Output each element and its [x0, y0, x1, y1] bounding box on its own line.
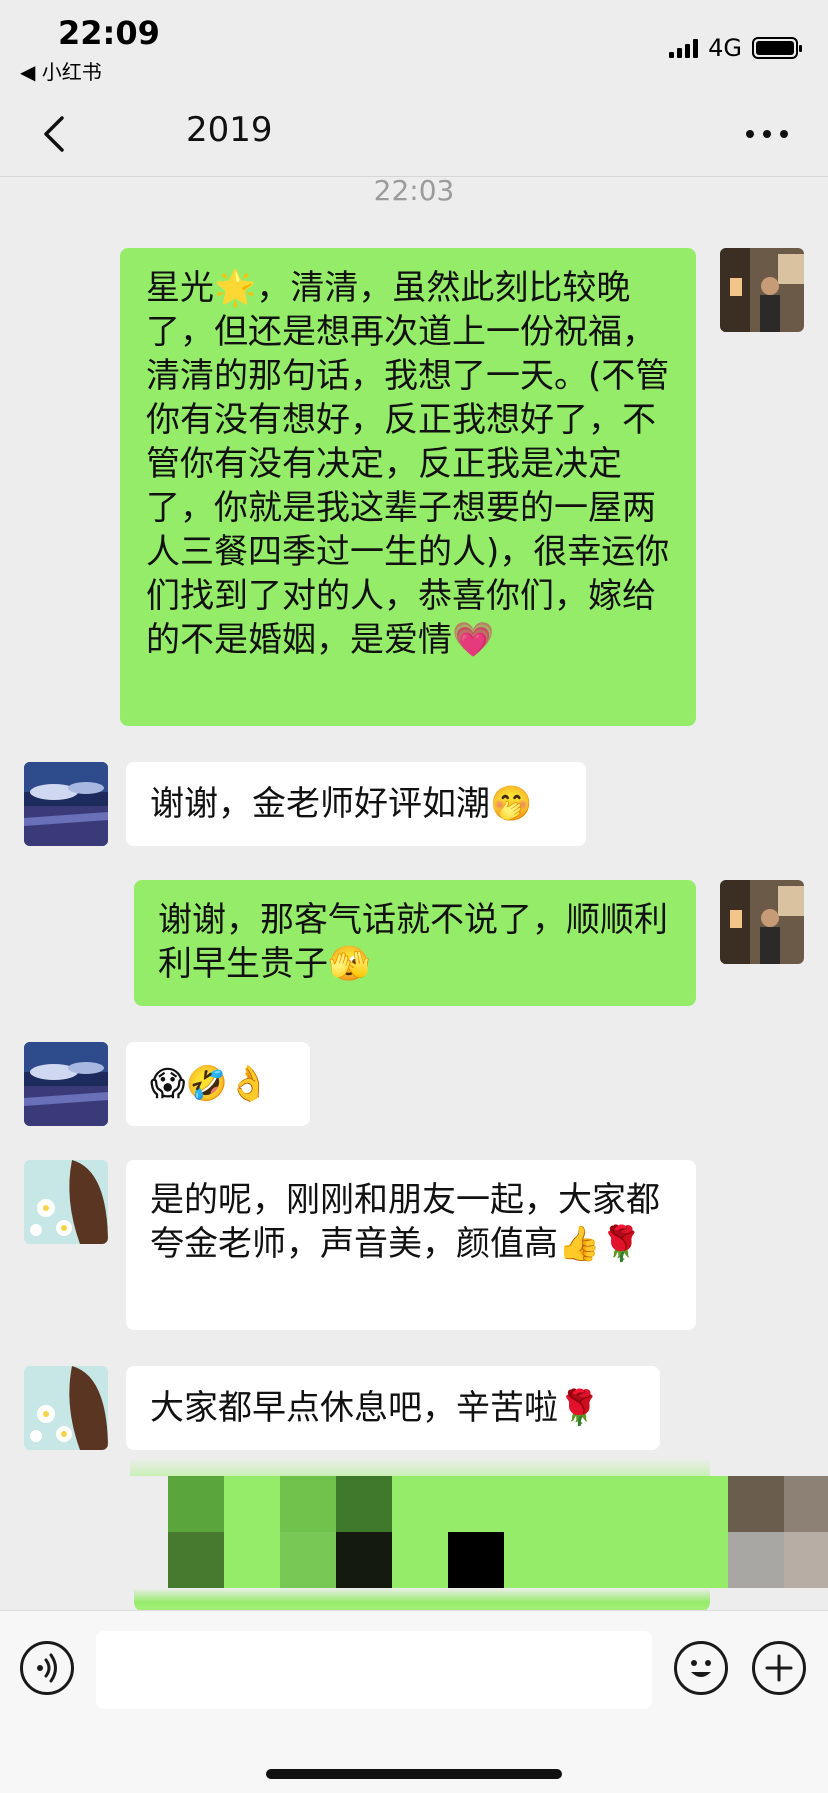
message-bubble-received[interactable]: 大家都早点休息吧，辛苦啦🌹: [126, 1366, 660, 1450]
message-input[interactable]: [96, 1631, 652, 1709]
status-time: 22:09: [58, 14, 160, 52]
emoji-button[interactable]: [674, 1641, 728, 1695]
avatar-contact-2[interactable]: [24, 1366, 108, 1450]
message-bubble-sent[interactable]: 谢谢，那客气话就不说了，顺顺利利早生贵子🫣: [134, 880, 696, 1006]
voice-icon: [37, 1653, 57, 1683]
more-icon: [746, 130, 788, 138]
more-button[interactable]: [742, 114, 792, 154]
network-type: 4G: [708, 34, 742, 62]
message-bubble-received[interactable]: 谢谢，金老师好评如潮🤭: [126, 762, 586, 846]
chat-header: 2019: [0, 92, 828, 177]
battery-icon: [752, 37, 802, 59]
home-indicator[interactable]: [266, 1769, 562, 1779]
message-text: 是的呢，刚刚和朋友一起，大家都夸金老师，声音美，颜值高👍🌹: [150, 1180, 660, 1264]
pixelated-message: [110, 1458, 828, 1612]
message-text: 😱🤣👌: [150, 1064, 271, 1104]
avatar-self[interactable]: [720, 248, 804, 332]
back-to-app-link[interactable]: ◀ 小红书: [20, 56, 102, 85]
message-text: 星光🌟，清清，虽然此刻比较晚了，但还是想再次道上一份祝福，清清的那句话，我想了一…: [146, 268, 670, 660]
avatar-self[interactable]: [720, 880, 804, 964]
message-text: 谢谢，那客气话就不说了，顺顺利利早生贵子🫣: [158, 900, 668, 984]
status-bar: 22:09 ◀ 小红书 4G: [0, 0, 828, 92]
message-bubble-received[interactable]: 是的呢，刚刚和朋友一起，大家都夸金老师，声音美，颜值高👍🌹: [126, 1160, 696, 1330]
chat-title: 2019: [186, 110, 273, 150]
message-text: 大家都早点休息吧，辛苦啦🌹: [150, 1388, 601, 1428]
more-actions-button[interactable]: [752, 1641, 806, 1695]
back-button[interactable]: [36, 110, 76, 158]
avatar-contact-1[interactable]: [24, 1042, 108, 1126]
message-timestamp: 22:03: [373, 174, 455, 207]
avatar-contact-2[interactable]: [24, 1160, 108, 1244]
message-bubble-sent[interactable]: 星光🌟，清清，虽然此刻比较晚了，但还是想再次道上一份祝福，清清的那句话，我想了一…: [120, 248, 696, 726]
status-indicators: 4G: [669, 34, 802, 62]
plus-icon: [765, 1654, 793, 1682]
message-bubble-received[interactable]: 😱🤣👌: [126, 1042, 310, 1126]
avatar-contact-1[interactable]: [24, 762, 108, 846]
input-bar: [0, 1610, 828, 1793]
signal-icon: [669, 38, 699, 58]
chevron-left-icon: [44, 116, 64, 152]
emoji-icon: [691, 1660, 711, 1677]
message-text: 谢谢，金老师好评如潮🤭: [150, 784, 533, 824]
voice-button[interactable]: [20, 1641, 74, 1695]
